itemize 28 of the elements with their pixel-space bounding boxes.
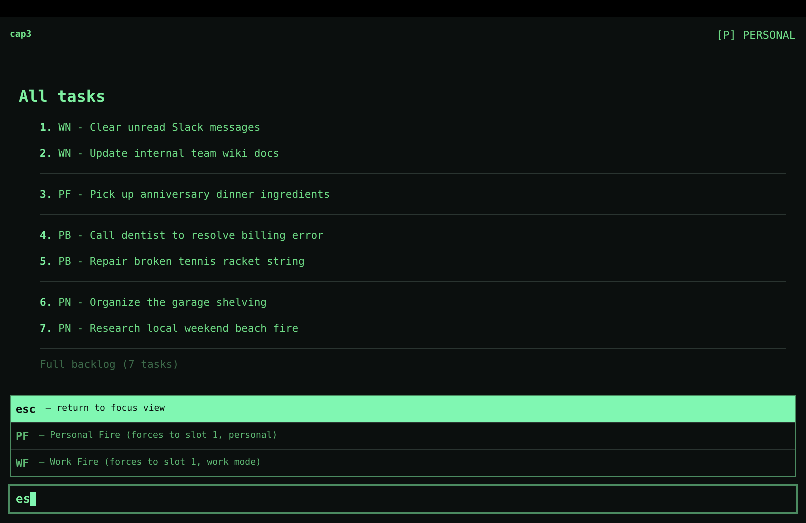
task-number: 1. [40, 121, 53, 136]
task-text: - Update internal team wiki docs [77, 147, 280, 162]
task-number: 2. [40, 147, 53, 162]
task-code: PB [58, 255, 72, 270]
suggestion-item[interactable]: esc — return to focus view [11, 396, 795, 422]
task-text: - Clear unread Slack messages [77, 121, 261, 136]
task-text: - Call dentist to resolve billing error [77, 229, 324, 244]
task-number: 7. [40, 322, 53, 337]
task-code: PN [58, 296, 72, 311]
task-number: 6. [40, 296, 53, 311]
task-code: WN [58, 121, 72, 136]
task-text: - Pick up anniversary dinner ingredients [77, 188, 330, 203]
task-text: - Research local weekend beach fire [77, 322, 299, 337]
task-code: PF [58, 188, 72, 203]
task-text: - Repair broken tennis racket string [77, 255, 305, 270]
app-name: cap3 [10, 30, 32, 40]
task-number: 3. [40, 188, 53, 203]
task-code: WN [58, 147, 72, 162]
mode-indicator: [P] PERSONAL [716, 28, 796, 42]
task-code: PN [58, 322, 72, 337]
task-text: - Organize the garage shelving [77, 296, 267, 311]
page-title: All tasks [19, 87, 107, 107]
text-cursor [30, 492, 36, 506]
command-input[interactable]: es [8, 484, 798, 514]
task-number: 5. [40, 255, 53, 270]
task-number: 4. [40, 229, 53, 244]
task-code: PB [58, 229, 72, 244]
backlog-note: Full backlog (7 tasks) [40, 348, 786, 371]
